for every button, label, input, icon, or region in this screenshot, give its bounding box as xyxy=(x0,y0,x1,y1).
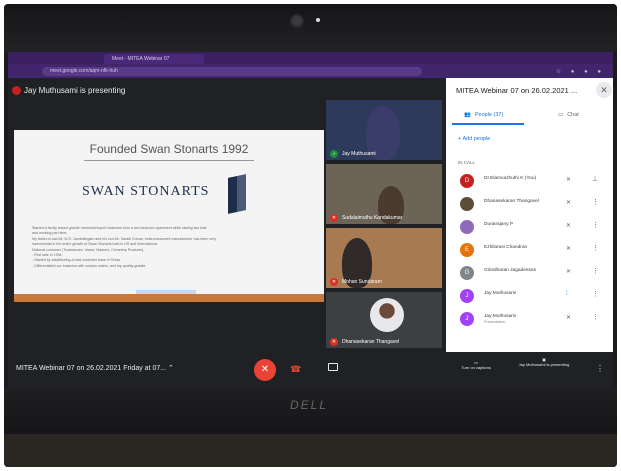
mic-off-icon: ✕ xyxy=(330,338,338,346)
browser-toolbar: meet.google.com/aqm-nfk-huh ☆ ● ● ● xyxy=(8,64,613,78)
participant-avatar: G xyxy=(460,266,474,280)
slide-line: - Differentiated our business with custo… xyxy=(32,263,147,268)
present-label: Jay Muthusami is presenting xyxy=(518,362,570,367)
camera-toggle-icon[interactable] xyxy=(328,363,338,371)
webcam xyxy=(290,14,304,28)
video-tile[interactable]: ✕ Mohan Sundaram xyxy=(326,228,442,288)
video-tile[interactable]: ✕ Dhanasekaran Thangavel xyxy=(326,292,442,348)
company-logo: SWAN STONARTS xyxy=(82,184,210,199)
tab-people[interactable]: 👥 People (37) xyxy=(464,112,503,118)
more-options-icon[interactable]: ⋮ xyxy=(592,290,599,298)
slide-tooltip xyxy=(136,290,196,294)
presenting-banner: Jay Muthusami is presenting xyxy=(24,86,126,95)
panel-controls: ▭ Turn on captions ▣ Jay Muthusami is pr… xyxy=(446,352,613,388)
chevron-up-icon[interactable]: ⌃ xyxy=(168,364,174,372)
microphone-toggle-button[interactable]: ✕ xyxy=(254,359,276,381)
shared-slide: Founded Swan Stonarts 1992 SWAN STONARTS… xyxy=(14,130,324,302)
captions-button[interactable]: ▭ Turn on captions xyxy=(450,360,502,370)
slide-divider xyxy=(84,160,254,161)
mic-off-icon: ✕ xyxy=(566,177,572,183)
participant-name: Durairajany P xyxy=(484,222,514,227)
logo-mark-icon xyxy=(228,174,246,214)
browser-tab[interactable]: Meet - MITEA Webinar 07 xyxy=(104,54,204,64)
more-options-icon[interactable]: ⋮ xyxy=(592,244,599,252)
participant-avatar: J xyxy=(460,289,474,303)
participant-row[interactable]: D Dr.Elamvazhuthi K (You) ✕ ⊥ xyxy=(454,172,604,190)
more-options-icon[interactable]: ⋮ xyxy=(592,267,599,275)
participant-avatar xyxy=(460,220,474,234)
participant-avatar xyxy=(370,298,404,332)
tile-name: Mohan Sundaram xyxy=(342,279,382,285)
meeting-details-title[interactable]: MITEA Webinar 07 on 26.02.2021 Friday at… xyxy=(16,365,166,372)
participant-name: Jay Muthusami xyxy=(484,314,517,319)
participant-row[interactable]: J Jay Muthusami ⁞ ⋮ xyxy=(454,287,604,305)
more-options-icon[interactable]: ⋮ xyxy=(592,221,599,229)
mic-off-icon: ✕ xyxy=(566,223,572,229)
hang-up-icon[interactable]: ☎ xyxy=(290,364,301,375)
mic-off-icon: ✕ xyxy=(566,269,572,275)
mic-off-icon: ✕ xyxy=(330,278,338,286)
webcam-led xyxy=(316,18,320,22)
video-tile[interactable]: ✕ Sudalaimuthu Kandakumar xyxy=(326,164,442,224)
address-bar[interactable]: meet.google.com/aqm-nfk-huh xyxy=(42,67,422,76)
participant-name: Dr.Elamvazhuthi K (You) xyxy=(484,176,537,181)
active-tab-indicator xyxy=(452,123,524,125)
laptop-bezel-top xyxy=(4,4,617,52)
more-options-icon[interactable]: ⋮ xyxy=(596,364,604,373)
add-people-label: Add people xyxy=(462,136,491,142)
participant-name: Dhanasekaran Thangavel xyxy=(484,199,539,204)
in-call-heading: IN CALL xyxy=(458,160,476,165)
pin-icon[interactable]: ⊥ xyxy=(592,175,598,183)
captions-label: Turn on captions xyxy=(461,365,491,370)
participant-avatar: D xyxy=(460,174,474,188)
people-panel: MITEA Webinar 07 on 26.02.2021 ... ✕ 👥 Pe… xyxy=(446,78,613,388)
desk-surface xyxy=(4,434,617,467)
chat-icon: ▭ xyxy=(558,112,564,118)
more-options-icon[interactable]: ⋮ xyxy=(592,198,599,206)
participant-row[interactable]: Durairajany P ✕ ⋮ xyxy=(454,218,604,236)
panel-title: MITEA Webinar 07 on 26.02.2021 ... xyxy=(456,86,578,95)
laptop-screen: Meet - MITEA Webinar 07 meet.google.com/… xyxy=(8,52,613,388)
tile-name: Sudalaimuthu Kandakumar xyxy=(342,215,403,221)
tab-chat-label: Chat xyxy=(567,112,579,118)
close-panel-button[interactable]: ✕ xyxy=(596,82,612,98)
participant-row[interactable]: E Ezhilarasi Chandran ✕ ⋮ xyxy=(454,241,604,259)
tab-people-label: People (37) xyxy=(474,112,504,118)
slide-body: Started a family based granite memorial … xyxy=(32,226,312,269)
participant-row[interactable]: G Girisdharan Jagadeesan ✕ ⋮ xyxy=(454,264,604,282)
mic-off-icon: ✕ xyxy=(566,315,572,321)
participant-row[interactable]: Dhanasekaran Thangavel ✕ ⋮ xyxy=(454,195,604,213)
mic-off-icon: ✕ xyxy=(330,214,338,222)
meeting-controls: MITEA Webinar 07 on 26.02.2021 Friday at… xyxy=(8,352,446,388)
participant-subtitle: Presentation xyxy=(484,320,506,324)
tile-name: Jay Muthusami xyxy=(342,151,376,157)
more-options-icon[interactable]: ⋮ xyxy=(592,313,599,321)
laptop-brand-logo: DELL xyxy=(289,398,329,412)
extension-icons[interactable]: ☆ ● ● ● xyxy=(556,68,605,75)
tab-chat[interactable]: ▭ Chat xyxy=(558,112,579,118)
mic-off-icon: ✕ xyxy=(566,200,572,206)
browser-tab-bar: Meet - MITEA Webinar 07 xyxy=(8,52,613,64)
participant-name: Ezhilarasi Chandran xyxy=(484,245,528,250)
photo-frame: Meet - MITEA Webinar 07 meet.google.com/… xyxy=(4,4,617,467)
speaking-icon: ⁞ xyxy=(566,291,568,297)
participant-name: Jay Muthusami xyxy=(484,291,517,296)
video-tile[interactable]: ♪ Jay Muthusami xyxy=(326,100,442,160)
participant-avatar xyxy=(460,197,474,211)
tile-name: Dhanasekaran Thangavel xyxy=(342,339,400,345)
participant-avatar: E xyxy=(460,243,474,257)
mic-on-icon: ♪ xyxy=(330,150,338,158)
slide-title: Founded Swan Stonarts 1992 xyxy=(89,142,249,156)
participant-avatar: J xyxy=(460,312,474,326)
meet-main: Jay Muthusami is presenting Founded Swan… xyxy=(8,78,446,388)
presenter-avatar-icon xyxy=(12,86,21,95)
mic-off-icon: ✕ xyxy=(566,246,572,252)
add-people-button[interactable]: + Add people xyxy=(458,136,490,142)
people-icon: 👥 xyxy=(464,112,471,118)
participant-row[interactable]: J Jay Muthusami Presentation ✕ ⋮ xyxy=(454,310,604,328)
participant-name: Girisdharan Jagadeesan xyxy=(484,268,537,273)
present-button[interactable]: ▣ Jay Muthusami is presenting xyxy=(516,357,572,367)
